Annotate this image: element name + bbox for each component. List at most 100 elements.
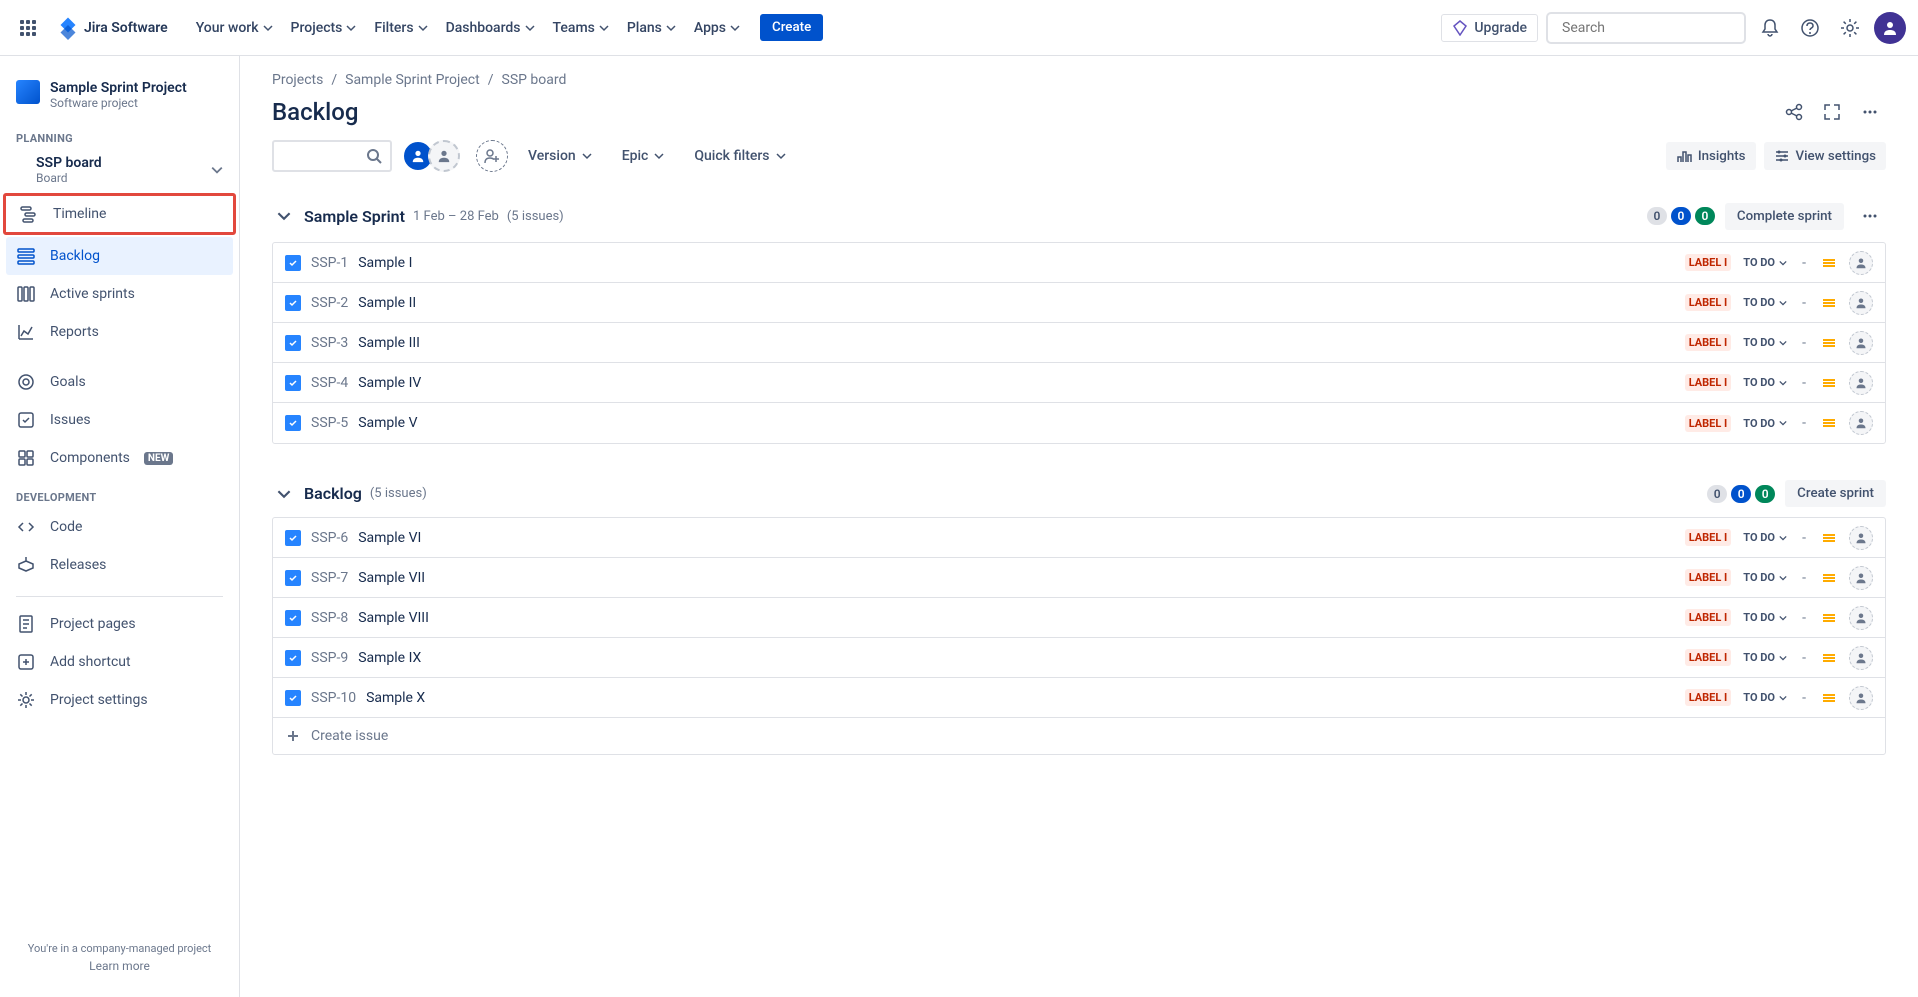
- sidebar-item-issues[interactable]: Issues: [0, 401, 239, 439]
- issue-summary[interactable]: Sample VII: [358, 570, 425, 586]
- status-dropdown[interactable]: TO DO: [1743, 571, 1787, 584]
- story-points[interactable]: -: [1799, 650, 1809, 666]
- issue-summary[interactable]: Sample I: [358, 255, 412, 271]
- search-field[interactable]: [1562, 20, 1740, 36]
- issue-label[interactable]: LABEL I: [1685, 334, 1732, 351]
- sidebar-item-backlog[interactable]: Backlog: [6, 237, 233, 275]
- issue-label[interactable]: LABEL I: [1685, 294, 1732, 311]
- issue-key[interactable]: SSP-8: [311, 610, 348, 626]
- status-dropdown[interactable]: TO DO: [1743, 296, 1787, 309]
- issue-label[interactable]: LABEL I: [1685, 415, 1732, 432]
- status-dropdown[interactable]: TO DO: [1743, 531, 1787, 544]
- assignee-avatar[interactable]: [1849, 566, 1873, 590]
- issue-summary[interactable]: Sample II: [358, 295, 416, 311]
- status-dropdown[interactable]: TO DO: [1743, 417, 1787, 430]
- issue-key[interactable]: SSP-3: [311, 335, 348, 351]
- story-points[interactable]: -: [1799, 295, 1809, 311]
- help-button[interactable]: [1794, 12, 1826, 44]
- version-filter[interactable]: Version: [518, 142, 602, 170]
- sprint-more-button[interactable]: [1854, 200, 1886, 232]
- create-sprint-button[interactable]: Create sprint: [1785, 480, 1886, 507]
- nav-teams[interactable]: Teams: [545, 14, 617, 42]
- add-people-button[interactable]: [476, 140, 508, 172]
- sidebar-item-timeline[interactable]: Timeline: [3, 193, 236, 235]
- learn-more-link[interactable]: Learn more: [16, 959, 223, 973]
- issue-key[interactable]: SSP-6: [311, 530, 348, 546]
- issue-label[interactable]: LABEL I: [1685, 649, 1732, 666]
- assignee-avatar[interactable]: [1849, 371, 1873, 395]
- create-button[interactable]: Create: [760, 14, 823, 41]
- settings-button[interactable]: [1834, 12, 1866, 44]
- create-issue-button[interactable]: Create issue: [273, 718, 1885, 754]
- more-button[interactable]: [1854, 96, 1886, 128]
- collapse-sprint-button[interactable]: [272, 482, 296, 506]
- sidebar-item-add-shortcut[interactable]: Add shortcut: [0, 643, 239, 681]
- issue-label[interactable]: LABEL I: [1685, 609, 1732, 626]
- assignee-avatar[interactable]: [1849, 411, 1873, 435]
- issue-label[interactable]: LABEL I: [1685, 529, 1732, 546]
- profile-avatar[interactable]: [1874, 12, 1906, 44]
- search-input[interactable]: [1546, 12, 1746, 44]
- sidebar-item-goals[interactable]: Goals: [0, 363, 239, 401]
- status-dropdown[interactable]: TO DO: [1743, 336, 1787, 349]
- upgrade-button[interactable]: Upgrade: [1441, 14, 1538, 42]
- issue-key[interactable]: SSP-4: [311, 375, 348, 391]
- board-selector[interactable]: SSP board Board: [0, 149, 118, 191]
- priority-medium-icon[interactable]: [1821, 530, 1837, 546]
- story-points[interactable]: -: [1799, 255, 1809, 271]
- quick-filters[interactable]: Quick filters: [684, 142, 795, 170]
- priority-medium-icon[interactable]: [1821, 415, 1837, 431]
- issue-label[interactable]: LABEL I: [1685, 569, 1732, 586]
- priority-medium-icon[interactable]: [1821, 690, 1837, 706]
- sidebar-item-project-settings[interactable]: Project settings: [0, 681, 239, 719]
- share-button[interactable]: [1778, 96, 1810, 128]
- breadcrumb-projects[interactable]: Projects: [272, 72, 337, 88]
- assignee-avatar[interactable]: [1849, 331, 1873, 355]
- priority-medium-icon[interactable]: [1821, 295, 1837, 311]
- issue-row[interactable]: SSP-8 Sample VIII LABEL I TO DO -: [273, 598, 1885, 638]
- issue-summary[interactable]: Sample X: [366, 690, 425, 706]
- assignee-avatar[interactable]: [1849, 291, 1873, 315]
- nav-dashboards[interactable]: Dashboards: [438, 14, 543, 42]
- sidebar-item-project-pages[interactable]: Project pages: [0, 605, 239, 643]
- issue-row[interactable]: SSP-7 Sample VII LABEL I TO DO -: [273, 558, 1885, 598]
- status-dropdown[interactable]: TO DO: [1743, 256, 1787, 269]
- unassigned-avatar[interactable]: [428, 140, 460, 172]
- issue-key[interactable]: SSP-5: [311, 415, 348, 431]
- issue-key[interactable]: SSP-2: [311, 295, 348, 311]
- priority-medium-icon[interactable]: [1821, 335, 1837, 351]
- issue-summary[interactable]: Sample V: [358, 415, 417, 431]
- sidebar-item-active-sprints[interactable]: Active sprints: [0, 275, 239, 313]
- jira-logo[interactable]: Jira Software: [48, 16, 176, 40]
- priority-medium-icon[interactable]: [1821, 650, 1837, 666]
- sidebar-item-reports[interactable]: Reports: [0, 313, 239, 351]
- issue-row[interactable]: SSP-4 Sample IV LABEL I TO DO -: [273, 363, 1885, 403]
- assignee-avatar[interactable]: [1849, 251, 1873, 275]
- priority-medium-icon[interactable]: [1821, 570, 1837, 586]
- view-settings-button[interactable]: View settings: [1764, 142, 1886, 170]
- issue-row[interactable]: SSP-1 Sample I LABEL I TO DO -: [273, 243, 1885, 283]
- nav-apps[interactable]: Apps: [686, 14, 748, 42]
- sidebar-item-releases[interactable]: Releases: [0, 546, 239, 584]
- status-dropdown[interactable]: TO DO: [1743, 611, 1787, 624]
- story-points[interactable]: -: [1799, 375, 1809, 391]
- assignee-avatar[interactable]: [1849, 606, 1873, 630]
- issue-label[interactable]: LABEL I: [1685, 689, 1732, 706]
- assignee-avatar[interactable]: [1849, 646, 1873, 670]
- issue-row[interactable]: SSP-9 Sample IX LABEL I TO DO -: [273, 638, 1885, 678]
- story-points[interactable]: -: [1799, 415, 1809, 431]
- status-dropdown[interactable]: TO DO: [1743, 651, 1787, 664]
- issue-summary[interactable]: Sample IV: [358, 375, 421, 391]
- story-points[interactable]: -: [1799, 335, 1809, 351]
- notifications-button[interactable]: [1754, 12, 1786, 44]
- complete-sprint-button[interactable]: Complete sprint: [1725, 203, 1844, 230]
- nav-plans[interactable]: Plans: [619, 14, 684, 42]
- insights-button[interactable]: Insights: [1666, 142, 1756, 170]
- issue-row[interactable]: SSP-3 Sample III LABEL I TO DO -: [273, 323, 1885, 363]
- story-points[interactable]: -: [1799, 690, 1809, 706]
- priority-medium-icon[interactable]: [1821, 375, 1837, 391]
- priority-medium-icon[interactable]: [1821, 255, 1837, 271]
- nav-projects[interactable]: Projects: [283, 14, 365, 42]
- issue-row[interactable]: SSP-2 Sample II LABEL I TO DO -: [273, 283, 1885, 323]
- story-points[interactable]: -: [1799, 610, 1809, 626]
